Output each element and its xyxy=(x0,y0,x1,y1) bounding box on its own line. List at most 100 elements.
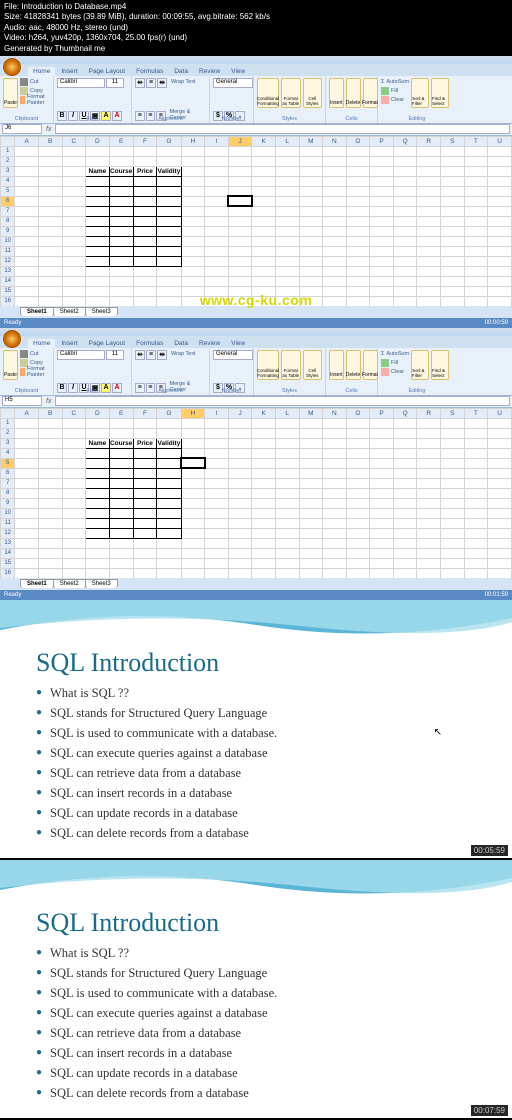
cell[interactable] xyxy=(370,458,394,468)
cell[interactable] xyxy=(440,568,464,578)
cell[interactable] xyxy=(323,146,347,156)
cell[interactable] xyxy=(417,186,441,196)
cell[interactable] xyxy=(440,246,464,256)
cell[interactable] xyxy=(38,146,62,156)
cell[interactable] xyxy=(86,428,110,438)
cell[interactable] xyxy=(205,468,229,478)
cell[interactable] xyxy=(488,558,512,568)
ribbon-tab-page-layout[interactable]: Page Layout xyxy=(84,339,131,348)
sheet-tab[interactable]: Sheet2 xyxy=(53,579,86,588)
name-box[interactable]: H5 xyxy=(2,396,42,406)
cell[interactable] xyxy=(275,246,299,256)
cell[interactable] xyxy=(275,518,299,528)
cell[interactable] xyxy=(181,528,205,538)
cell[interactable] xyxy=(417,418,441,428)
cell[interactable] xyxy=(440,256,464,266)
cell[interactable] xyxy=(109,518,133,528)
col-header[interactable]: I xyxy=(205,408,229,418)
cell[interactable] xyxy=(488,438,512,448)
cell[interactable]: Name xyxy=(86,438,110,448)
font-name-select[interactable]: Calibri xyxy=(57,78,105,88)
cell[interactable] xyxy=(228,428,252,438)
cell[interactable] xyxy=(393,286,417,296)
row-header[interactable]: 6 xyxy=(1,196,15,206)
align-top-button[interactable]: ⬴ xyxy=(135,350,145,360)
cell[interactable] xyxy=(62,558,86,568)
col-header[interactable]: C xyxy=(62,136,86,146)
sort-filter-button[interactable]: Sort & Filter xyxy=(411,78,429,108)
cell[interactable] xyxy=(393,548,417,558)
col-header[interactable]: C xyxy=(62,408,86,418)
cell[interactable] xyxy=(157,276,181,286)
cell[interactable] xyxy=(228,518,252,528)
cell[interactable] xyxy=(181,186,205,196)
cell[interactable] xyxy=(464,528,488,538)
row-header[interactable]: 12 xyxy=(1,256,15,266)
cell[interactable] xyxy=(393,558,417,568)
col-header[interactable]: P xyxy=(370,408,394,418)
cell[interactable] xyxy=(109,276,133,286)
cell[interactable] xyxy=(157,548,181,558)
cell[interactable] xyxy=(488,448,512,458)
cell[interactable] xyxy=(133,286,157,296)
row-header[interactable]: 2 xyxy=(1,156,15,166)
cell[interactable] xyxy=(346,296,370,306)
font-name-select[interactable]: Calibri xyxy=(57,350,105,360)
cell[interactable] xyxy=(440,458,464,468)
cell[interactable] xyxy=(370,226,394,236)
cell[interactable] xyxy=(228,558,252,568)
cell[interactable] xyxy=(109,286,133,296)
sheet-tab[interactable]: Sheet3 xyxy=(85,307,118,316)
cell[interactable] xyxy=(440,478,464,488)
cell[interactable] xyxy=(346,286,370,296)
cell[interactable] xyxy=(252,558,276,568)
cell[interactable]: Price xyxy=(133,166,157,176)
cell[interactable] xyxy=(323,568,347,578)
cell[interactable] xyxy=(252,276,276,286)
cell[interactable] xyxy=(370,176,394,186)
cell[interactable] xyxy=(417,236,441,246)
cell[interactable] xyxy=(228,548,252,558)
cell[interactable] xyxy=(299,448,323,458)
cell[interactable] xyxy=(157,216,181,226)
col-header[interactable]: Q xyxy=(393,408,417,418)
cell[interactable] xyxy=(228,276,252,286)
cell[interactable] xyxy=(62,538,86,548)
cell[interactable] xyxy=(346,236,370,246)
cell[interactable] xyxy=(417,548,441,558)
cell[interactable] xyxy=(205,498,229,508)
cell[interactable] xyxy=(109,478,133,488)
cell[interactable] xyxy=(157,236,181,246)
cell[interactable] xyxy=(181,418,205,428)
cell[interactable] xyxy=(464,508,488,518)
cell[interactable] xyxy=(15,558,39,568)
cell[interactable] xyxy=(181,558,205,568)
cell[interactable] xyxy=(370,488,394,498)
cell[interactable] xyxy=(323,166,347,176)
cell[interactable] xyxy=(417,488,441,498)
cell[interactable] xyxy=(228,266,252,276)
cell[interactable] xyxy=(323,458,347,468)
cell[interactable] xyxy=(464,498,488,508)
cell[interactable] xyxy=(488,418,512,428)
cell[interactable] xyxy=(86,518,110,528)
cell[interactable] xyxy=(488,286,512,296)
cell[interactable] xyxy=(464,538,488,548)
col-header[interactable]: O xyxy=(346,136,370,146)
delete-cells-button[interactable]: Delete xyxy=(346,350,361,380)
cell[interactable] xyxy=(86,528,110,538)
cell[interactable] xyxy=(323,498,347,508)
cell[interactable] xyxy=(252,478,276,488)
row-header[interactable]: 11 xyxy=(1,246,15,256)
cell[interactable] xyxy=(393,438,417,448)
ribbon-tab-home[interactable]: Home xyxy=(28,339,55,348)
cell[interactable] xyxy=(393,266,417,276)
cell[interactable] xyxy=(133,518,157,528)
cell[interactable] xyxy=(15,206,39,216)
cell[interactable] xyxy=(275,528,299,538)
cell[interactable] xyxy=(133,276,157,286)
cell[interactable] xyxy=(275,256,299,266)
cell[interactable] xyxy=(464,206,488,216)
cell[interactable] xyxy=(370,156,394,166)
cell[interactable] xyxy=(299,226,323,236)
